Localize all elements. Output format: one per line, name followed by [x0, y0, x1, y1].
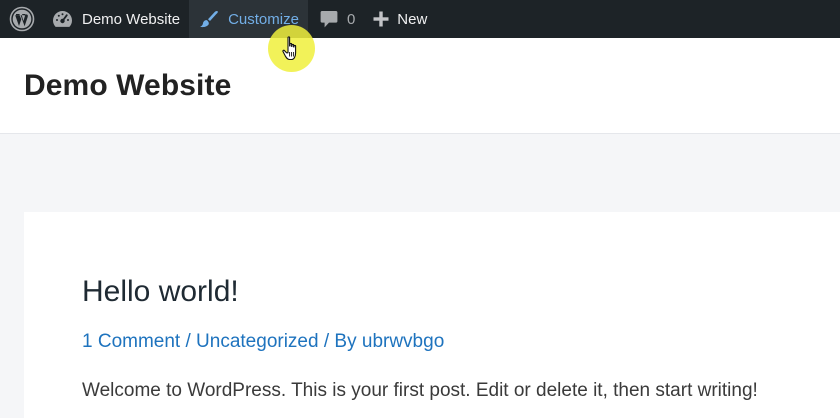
new-content-button[interactable]: New	[365, 0, 427, 38]
site-title-link[interactable]: Demo Website	[24, 69, 231, 103]
hand-pointer-icon	[282, 36, 297, 61]
meta-separator: /	[180, 331, 197, 352]
post-card: Hello world! 1 Comment / Uncategorized /…	[24, 212, 840, 418]
post-title-link[interactable]: Hello world!	[82, 275, 239, 309]
wordpress-logo-button[interactable]	[0, 0, 42, 38]
admin-bar: Demo Website Customize 0 New	[0, 0, 840, 38]
plus-icon	[373, 11, 389, 27]
post-meta: 1 Comment / Uncategorized / By ubrwvbgo	[82, 331, 444, 353]
paintbrush-icon	[200, 10, 218, 28]
comments-count: 0	[346, 10, 356, 28]
category-link[interactable]: Uncategorized	[196, 331, 319, 352]
comments-button[interactable]: 0	[308, 0, 365, 38]
author-link[interactable]: ubrwvbgo	[362, 331, 444, 352]
comment-bubble-icon	[320, 10, 338, 27]
site-name-label: Demo Website	[82, 10, 181, 28]
new-label: New	[397, 10, 428, 28]
dashboard-gauge-icon	[53, 11, 72, 27]
site-header: Demo Website	[0, 38, 840, 134]
site-name-menu[interactable]: Demo Website	[42, 0, 189, 38]
post-excerpt: Welcome to WordPress. This is your first…	[82, 380, 758, 401]
meta-by-separator: / By	[318, 331, 362, 352]
comments-link[interactable]: 1 Comment	[82, 331, 180, 352]
wordpress-logo-icon	[9, 6, 35, 32]
